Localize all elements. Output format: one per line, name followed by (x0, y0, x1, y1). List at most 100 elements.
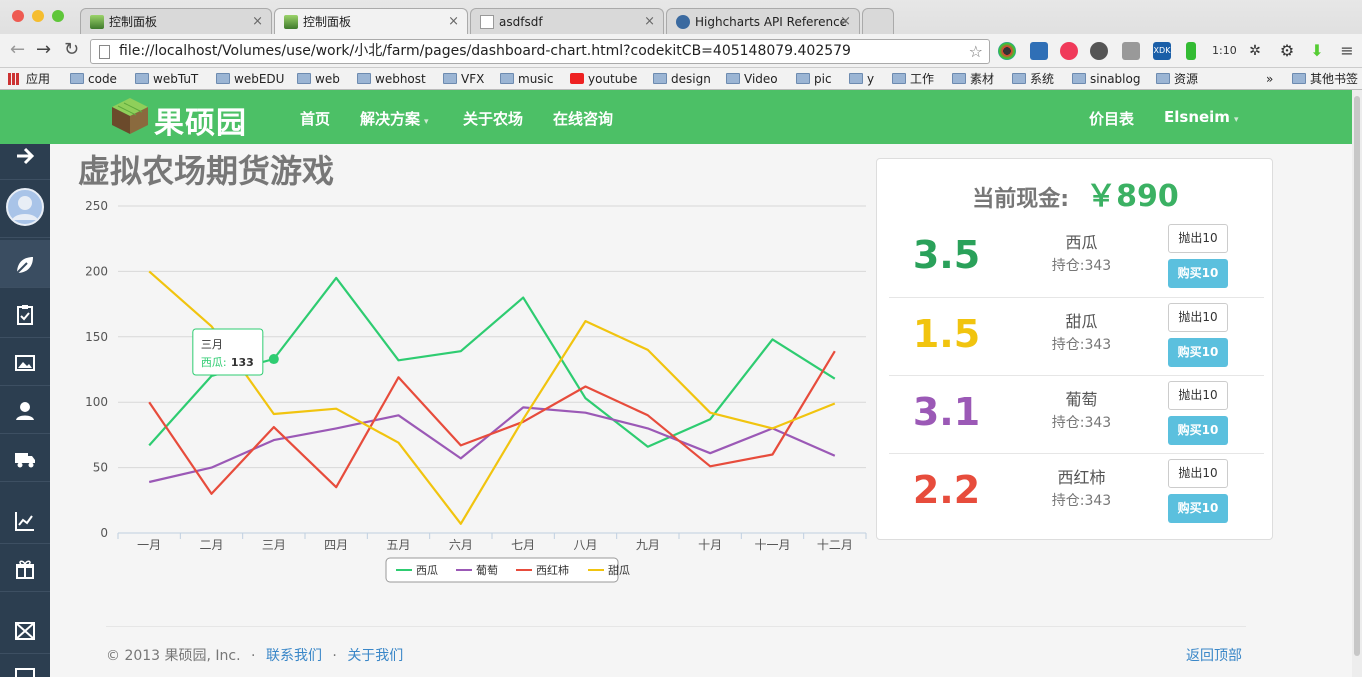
download-arrow-icon[interactable]: ⬇ (1308, 42, 1326, 60)
clipboard-check-icon (17, 305, 33, 325)
sidebar-item-gallery[interactable] (0, 338, 50, 386)
new-tab-button[interactable] (862, 8, 894, 34)
record-icon[interactable] (1060, 42, 1078, 60)
product-holding: 持仓:343 (1051, 415, 1112, 431)
back-arrow-icon[interactable]: ← (10, 40, 25, 60)
sidebar-item-gifts[interactable] (0, 544, 50, 592)
tab-close-icon[interactable]: × (448, 9, 459, 34)
bookmark-apps[interactable]: 应用 (8, 71, 50, 87)
sidebar-item-more[interactable] (0, 656, 50, 677)
contact-link[interactable]: 联系我们 (266, 648, 322, 664)
about-link[interactable]: 关于我们 (347, 648, 403, 664)
bookmark-folder[interactable]: 系统 (1012, 71, 1054, 87)
tab-close-icon[interactable]: × (252, 9, 263, 34)
sell-button[interactable]: 抛出10 (1168, 459, 1228, 488)
maximize-window-button[interactable] (52, 10, 64, 22)
bookmark-star-icon[interactable]: ☆ (969, 40, 983, 63)
film-icon[interactable] (1090, 42, 1108, 60)
bookmark-folder[interactable]: design (653, 71, 711, 87)
sidebar-item-charts[interactable] (0, 496, 50, 544)
avatar-icon (6, 188, 44, 226)
nav-user-menu[interactable]: Elsneim ▾ (1164, 108, 1238, 126)
bookmark-folder[interactable]: y (849, 71, 874, 87)
download-block-icon[interactable] (1122, 42, 1140, 60)
nav-consult[interactable]: 在线咨询 (553, 108, 613, 129)
scrollbar-thumb[interactable] (1354, 96, 1360, 656)
browser-tab[interactable]: 控制面板 × (80, 8, 272, 34)
tab-close-icon[interactable]: × (840, 9, 851, 34)
battery-icon[interactable] (1186, 42, 1196, 60)
window-icon (15, 668, 35, 677)
bookmark-folder[interactable]: 工作 (892, 71, 934, 87)
product-price: 1.5 (912, 312, 981, 356)
sell-button[interactable]: 抛出10 (1168, 224, 1228, 253)
bookmark-folder[interactable]: 资源 (1156, 71, 1198, 87)
buy-button[interactable]: 购买10 (1168, 259, 1228, 288)
bookmark-folder[interactable]: webTuT (135, 71, 198, 87)
bookmark-folder[interactable]: code (70, 71, 117, 87)
product-price: 3.1 (912, 390, 981, 434)
bookmark-folder[interactable]: Video (726, 71, 778, 87)
footer-dot: · (332, 648, 337, 664)
buy-button[interactable]: 购买10 (1168, 338, 1228, 367)
browser-tab[interactable]: asdfsdf × (470, 8, 664, 34)
x-tick-label: 八月 (573, 538, 597, 552)
folder-icon (1072, 73, 1086, 84)
brand-logo[interactable]: 果硕园 (110, 96, 246, 141)
nav-about-farm[interactable]: 关于农场 (463, 108, 523, 129)
minimize-window-button[interactable] (32, 10, 44, 22)
reload-icon[interactable]: ↻ (64, 40, 79, 60)
screen-capture-icon[interactable] (1030, 42, 1048, 60)
nav-home[interactable]: 首页 (300, 108, 330, 129)
bookmark-folder[interactable]: music (500, 71, 553, 87)
sidebar-toggle[interactable] (0, 144, 50, 180)
folder-icon (357, 73, 371, 84)
xdk-icon[interactable]: XDK (1153, 42, 1171, 60)
other-bookmarks-folder[interactable]: 其他书签 (1292, 71, 1358, 87)
back-to-top-link[interactable]: 返回顶部 (1186, 645, 1242, 665)
folder-icon (952, 73, 966, 84)
sidebar-item-tasks[interactable] (0, 290, 50, 338)
bookmarks-overflow-button[interactable]: » (1266, 71, 1273, 87)
folder-icon (726, 73, 740, 84)
footer-divider (106, 626, 1246, 627)
sidebar-avatar[interactable] (0, 180, 50, 238)
nav-solutions[interactable]: 解决方案 ▾ (360, 108, 429, 129)
bookmark-folder[interactable]: pic (796, 71, 832, 87)
caret-down-icon: ▾ (1233, 115, 1239, 125)
address-bar[interactable]: file://localhost/Volumes/use/work/小北/far… (90, 39, 990, 64)
buy-button[interactable]: 购买10 (1168, 494, 1228, 523)
tooltip-category: 三月 (201, 338, 223, 351)
bookmark-folder[interactable]: webhost (357, 71, 426, 87)
buy-button[interactable]: 购买10 (1168, 416, 1228, 445)
zoom-ratio-label[interactable]: 1:10 (1212, 42, 1237, 60)
sidebar-item-leaf[interactable] (0, 240, 50, 288)
browser-tab-active[interactable]: 控制面板 × (274, 8, 468, 34)
folder-icon (443, 73, 457, 84)
apps-grid-icon (8, 73, 20, 85)
bookmark-folder[interactable]: webEDU (216, 71, 284, 87)
y-tick-label: 50 (93, 461, 108, 475)
bookmark-folder[interactable]: 素材 (952, 71, 994, 87)
color-wheel-icon[interactable] (998, 42, 1016, 60)
close-window-button[interactable] (12, 10, 24, 22)
bookmark-folder[interactable]: web (297, 71, 340, 87)
sidebar-item-mail[interactable] (0, 606, 50, 654)
tab-close-icon[interactable]: × (644, 9, 655, 34)
menu-icon[interactable]: ≡ (1338, 42, 1356, 60)
product-holding: 持仓:343 (1051, 493, 1112, 509)
tooltip-series: 西瓜: (201, 356, 227, 369)
sell-button[interactable]: 抛出10 (1168, 381, 1228, 410)
browser-chrome: 控制面板 × 控制面板 × asdfsdf × Highcharts API R… (0, 0, 1362, 90)
bookmark-folder[interactable]: sinablog (1072, 71, 1140, 87)
bookmark-youtube[interactable]: youtube (570, 71, 637, 87)
forward-arrow-icon[interactable]: → (36, 40, 51, 60)
sidebar-item-delivery[interactable] (0, 434, 50, 482)
browser-tab[interactable]: Highcharts API Reference × (666, 8, 860, 34)
bug-icon[interactable]: ✲ (1246, 42, 1264, 60)
sidebar-item-users[interactable] (0, 386, 50, 434)
nav-price-list[interactable]: 价目表 (1089, 108, 1134, 129)
bookmark-folder[interactable]: VFX (443, 71, 484, 87)
gear-icon[interactable]: ⚙ (1278, 42, 1296, 60)
sell-button[interactable]: 抛出10 (1168, 303, 1228, 332)
